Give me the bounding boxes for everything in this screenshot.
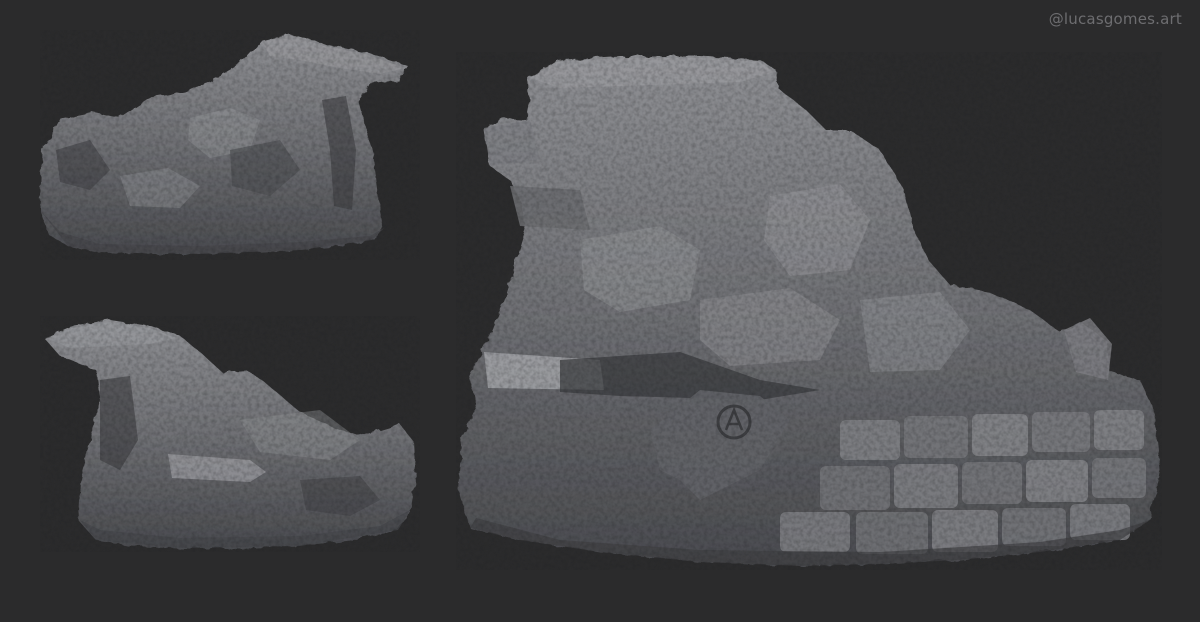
surface-texture: [40, 30, 1162, 570]
sculpt-canvas: [40, 30, 1162, 570]
viewport: @lucasgomes.art: [0, 0, 1200, 622]
